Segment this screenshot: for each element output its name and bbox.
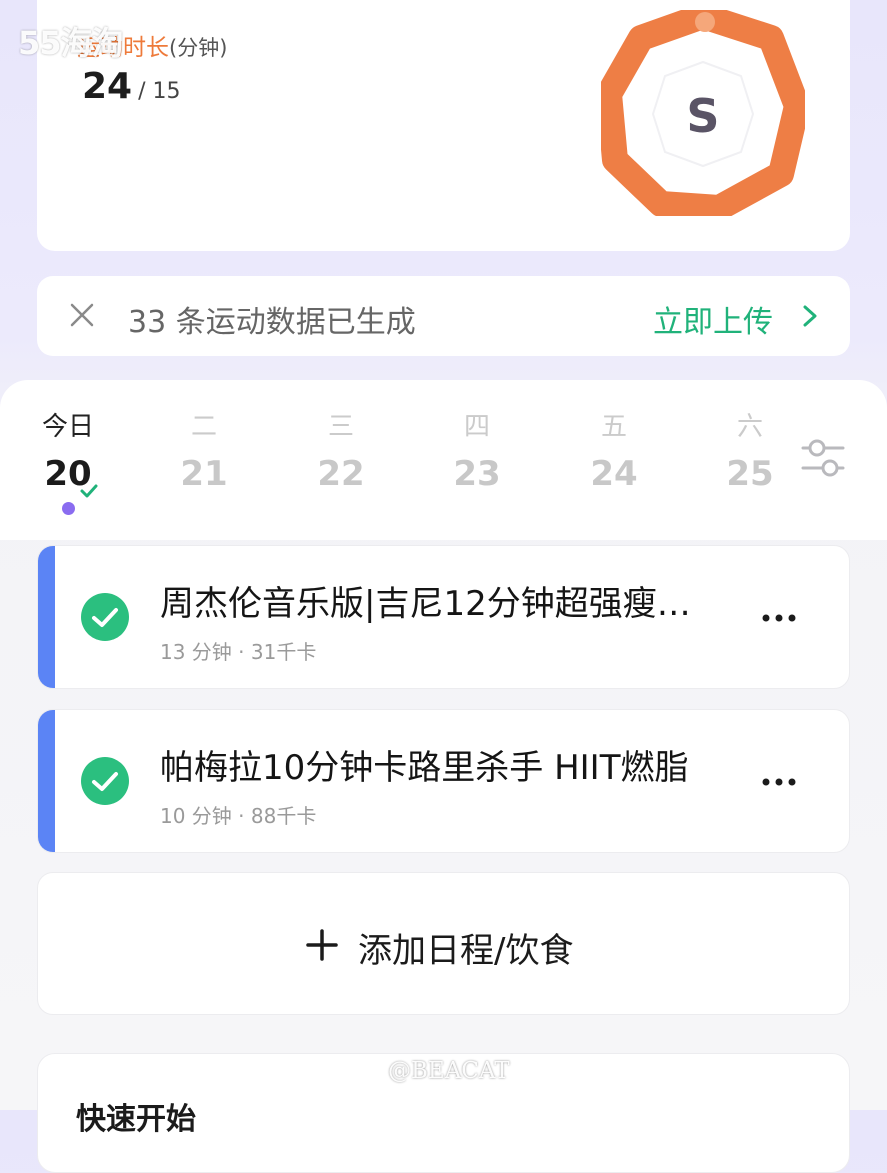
- task-item[interactable]: 帕梅拉10分钟卡路里杀手 HIIT燃脂 10 分钟 · 88千卡: [37, 709, 850, 853]
- task-color-bar: [38, 710, 55, 852]
- day-number: 23: [453, 454, 501, 494]
- day-fri[interactable]: 五 24: [574, 410, 654, 494]
- more-options-icon[interactable]: [760, 770, 798, 794]
- add-schedule-button[interactable]: 添加日程/饮食: [37, 872, 850, 1015]
- weekday-label: 四: [463, 412, 490, 442]
- completed-check-icon[interactable]: [80, 756, 130, 806]
- weekday-label: 三: [327, 412, 354, 442]
- day-number: 21: [180, 454, 228, 494]
- task-title: 帕梅拉10分钟卡路里杀手 HIIT燃脂: [160, 748, 689, 788]
- task-item[interactable]: 周杰伦音乐版|吉尼12分钟超强瘦… 13 分钟 · 31千卡: [37, 545, 850, 689]
- chevron-right-icon[interactable]: [802, 302, 818, 330]
- week-calendar: 今日 20 二 21 三 22 四 23 五 24 六 25: [0, 380, 887, 540]
- filter-settings-icon[interactable]: [800, 437, 846, 479]
- upload-now-button[interactable]: 立即上传: [653, 297, 773, 341]
- today-indicator-dot: [62, 502, 75, 515]
- task-title: 周杰伦音乐版|吉尼12分钟超强瘦…: [160, 584, 691, 624]
- weekday-label: 二: [190, 412, 217, 442]
- exercise-duration-value: 24/ 15: [82, 66, 181, 107]
- progress-ring-badge[interactable]: S: [601, 10, 805, 216]
- upload-banner[interactable]: 33 条运动数据已生成 立即上传: [37, 276, 850, 356]
- duration-goal: / 15: [138, 79, 181, 104]
- day-tue[interactable]: 二 21: [164, 410, 244, 494]
- upload-message: 33 条运动数据已生成: [128, 305, 416, 340]
- weekday-label: 今日: [41, 412, 94, 442]
- day-wed[interactable]: 三 22: [301, 410, 381, 494]
- watermark-credit: @BEACAT: [388, 1058, 510, 1084]
- day-number: 22: [317, 454, 365, 494]
- completed-check-icon[interactable]: [80, 592, 130, 642]
- day-thu[interactable]: 四 23: [437, 410, 517, 494]
- add-schedule-label: 添加日程/饮食: [358, 931, 574, 971]
- weekday-label: 六: [736, 412, 763, 442]
- ring-highlight: [695, 12, 715, 32]
- watermark-logo: 55海淘: [18, 24, 124, 62]
- day-number: 25: [726, 454, 774, 494]
- close-icon[interactable]: [69, 300, 95, 330]
- day-number: 24: [590, 454, 638, 494]
- task-meta: 13 分钟 · 31千卡: [160, 640, 317, 664]
- plus-icon: [306, 929, 338, 961]
- quick-start-title: 快速开始: [76, 1102, 196, 1137]
- today-done-check-icon: [80, 484, 98, 498]
- badge-letter: S: [686, 89, 719, 143]
- day-sat[interactable]: 六 25: [710, 410, 790, 494]
- duration-current: 24: [82, 66, 133, 107]
- weekday-label: 五: [600, 412, 627, 442]
- exercise-stats-card[interactable]: 运动时长(分钟) 24/ 15 S: [37, 0, 850, 251]
- more-options-icon[interactable]: [760, 606, 798, 630]
- task-color-bar: [38, 546, 55, 688]
- task-meta: 10 分钟 · 88千卡: [160, 804, 317, 828]
- stats-unit: (分钟): [169, 36, 228, 60]
